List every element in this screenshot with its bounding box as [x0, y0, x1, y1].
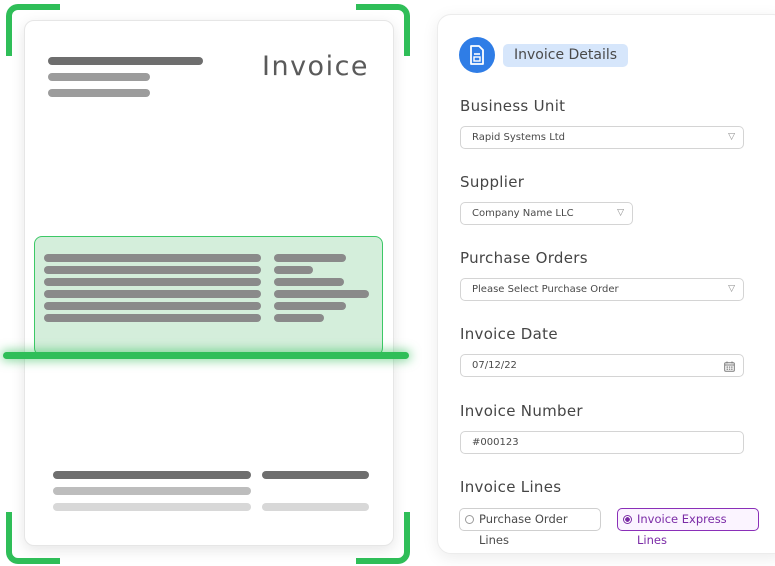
invoice-document-title: Invoice: [262, 51, 370, 82]
document-icon: [459, 37, 495, 73]
doc-header-line: [48, 89, 150, 97]
doc-line-amount: [274, 314, 324, 322]
calendar-icon[interactable]: [724, 360, 735, 381]
doc-line-item: [44, 314, 261, 322]
doc-header-line: [48, 57, 203, 65]
purchase-orders-select[interactable]: Please Select Purchase Order ▽: [460, 278, 744, 301]
supplier-select[interactable]: Company Name LLC ▽: [460, 202, 633, 225]
invoice-number-input[interactable]: #000123: [460, 431, 744, 454]
invoice-date-value: 07/12/22: [472, 360, 517, 371]
doc-footer-line: [262, 503, 369, 511]
doc-line-item: [44, 266, 261, 274]
doc-line-item: [44, 254, 261, 262]
purchase-orders-placeholder: Please Select Purchase Order: [472, 284, 619, 295]
radio-checked-icon: [623, 515, 632, 524]
doc-line-item: [44, 302, 261, 310]
doc-line-amount: [274, 278, 344, 286]
doc-footer-line: [262, 471, 369, 479]
invoice-lines-label: Invoice Lines: [460, 478, 562, 496]
invoice-date-label: Invoice Date: [460, 325, 558, 343]
purchase-order-lines-radio[interactable]: Purchase Order Lines: [459, 508, 601, 547]
supplier-value: Company Name LLC: [472, 208, 574, 219]
scan-frame-corner: [6, 4, 60, 56]
invoice-express-lines-radio[interactable]: Invoice Express Lines: [617, 508, 759, 547]
doc-line-item: [44, 278, 261, 286]
scan-line: [3, 352, 409, 359]
invoice-number-label: Invoice Number: [460, 402, 583, 420]
supplier-label: Supplier: [460, 173, 525, 191]
invoice-date-input[interactable]: 07/12/22: [460, 354, 744, 377]
invoice-scan-illustration: Invoice Invoice Details Business Unit Ra…: [0, 0, 775, 566]
doc-line-amount: [274, 302, 346, 310]
doc-line-amount: [274, 254, 346, 262]
scan-frame-corner: [356, 512, 410, 564]
purchase-orders-label: Purchase Orders: [460, 249, 588, 267]
business-unit-label: Business Unit: [460, 97, 566, 115]
radio-unchecked-icon: [465, 515, 474, 524]
chevron-down-icon: ▽: [617, 208, 624, 218]
doc-footer-line: [53, 487, 251, 495]
doc-line-amount: [274, 290, 369, 298]
doc-line-item: [44, 290, 261, 298]
scan-frame-corner: [6, 512, 60, 564]
chevron-down-icon: ▽: [728, 284, 735, 294]
chevron-down-icon: ▽: [728, 132, 735, 142]
scan-frame-corner: [356, 4, 410, 56]
doc-line-amount: [274, 266, 313, 274]
doc-footer-line: [53, 471, 251, 479]
panel-title: Invoice Details: [503, 44, 629, 67]
business-unit-select[interactable]: Rapid Systems Ltd ▽: [460, 126, 744, 149]
business-unit-value: Rapid Systems Ltd: [472, 132, 566, 143]
invoice-number-value: #000123: [472, 437, 519, 448]
doc-footer-line: [53, 503, 251, 511]
doc-header-line: [48, 73, 150, 81]
